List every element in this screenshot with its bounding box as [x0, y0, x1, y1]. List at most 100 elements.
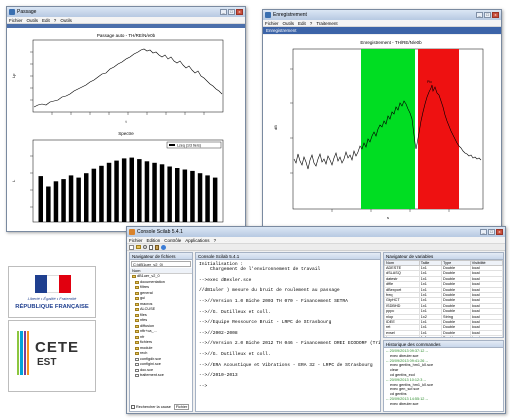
chart2-bars — [38, 157, 218, 222]
variable-table: Nom Taille Type Visibilité ADESTE 1x1 Double l… — [384, 260, 503, 337]
console-panel-header: Console Scilab 5.4.1 — [196, 253, 380, 260]
enr-title-bar[interactable]: Enregistrement _ □ x — [263, 10, 501, 20]
spectrum-bar — [61, 179, 66, 222]
chart1-xlabel-icon: t — [125, 119, 127, 124]
spectrum-bar — [121, 158, 127, 222]
close-button[interactable]: x — [492, 12, 499, 18]
passage-title-bar[interactable]: Passage _ □ x — [7, 7, 245, 17]
peak-label: Pic — [427, 80, 432, 84]
minimize-button[interactable]: _ — [480, 229, 487, 235]
maximize-button[interactable]: □ — [488, 229, 495, 235]
minimize-button[interactable]: _ — [476, 12, 483, 18]
spectrum-bar — [137, 159, 142, 222]
menu-help[interactable]: ? — [214, 238, 217, 243]
menu-help[interactable]: ? — [54, 18, 57, 23]
red-selection-zone[interactable] — [418, 49, 459, 209]
file-icon — [135, 368, 139, 372]
chart2-title: Spectre — [118, 131, 134, 136]
enr-chart-title: Enregistrement - TH/RE/N/e0b — [360, 40, 422, 45]
menu-outils-2[interactable]: Outils — [60, 18, 72, 23]
copy-icon[interactable] — [149, 244, 153, 250]
spectrum-bar — [144, 161, 150, 222]
spectrum-bar — [68, 175, 74, 222]
console-output[interactable]: Initialisation : Chargement de l'environ… — [196, 260, 380, 391]
file-path-bar[interactable]: C:\dB1uer_v2_0\ — [131, 261, 191, 267]
spectrum-bar — [46, 186, 51, 222]
file-icon — [135, 363, 139, 367]
enr-subbar: Enregistrement — [263, 27, 501, 34]
chart1-ticks — [30, 51, 205, 115]
passage-menubar: Fichier Outils Edit ? Outils — [7, 17, 245, 24]
menu-fichier[interactable]: Fichier — [129, 238, 143, 243]
file-browser-header: Navigateur de fichiers — [130, 253, 192, 260]
enr-canvas: Enregistrement - TH/RE/N/e0b Pic dB s — [263, 35, 501, 230]
variable-cell: local — [469, 335, 503, 337]
spectrum-bar — [99, 165, 104, 222]
file-type-dropdown[interactable]: Fichier — [173, 404, 190, 410]
help-icon[interactable] — [161, 244, 166, 250]
folder-icon — [135, 297, 139, 301]
variable-row[interactable]: lo1x1Doublelocal — [384, 335, 503, 337]
console-title-bar[interactable]: Console Scilab 5.4.1 _ □ x — [127, 227, 505, 237]
menu-applications[interactable]: Applications — [185, 238, 209, 243]
menu-fichier[interactable]: Fichier — [9, 18, 23, 23]
console-menubar: Fichier Edition Contrôle Applications ? — [127, 237, 505, 244]
search-cause-checkbox[interactable] — [131, 405, 135, 409]
spectrum-bar — [175, 168, 180, 222]
menu-controle[interactable]: Contrôle — [164, 238, 181, 243]
file-browser-footer: Rechercher la cause Fichier — [130, 404, 192, 410]
cut-icon[interactable] — [143, 245, 147, 249]
chart2-legend-swatch — [169, 144, 175, 146]
chart2-ylabel-icon: L — [11, 179, 16, 182]
menu-outils[interactable]: Outils — [27, 18, 39, 23]
passage-canvas: Passage auto - TH/RE/N/e0b Lp t Spectre … — [7, 28, 245, 231]
spectrum-bar — [205, 175, 210, 222]
maximize-button[interactable]: □ — [484, 12, 491, 18]
file-name: traitement.sce — [140, 373, 164, 377]
file-browser-panel: Navigateur de fichiers C:\dB1uer_v2_0\ N… — [129, 252, 193, 412]
enr-chart-svg: Enregistrement - TH/RE/N/e0b Pic dB s — [273, 40, 484, 220]
close-button[interactable]: x — [236, 9, 243, 15]
chart2-ticks — [30, 155, 33, 208]
spectrum-bar — [106, 162, 112, 222]
new-file-icon[interactable] — [129, 244, 134, 250]
scilab-icon — [129, 229, 135, 235]
passage-window: Passage _ □ x Fichier Outils Edit ? Outi… — [6, 6, 246, 232]
variable-browser-panel: Navigateur de variables Nom Taille Type Vis… — [383, 252, 504, 338]
folder-icon — [135, 286, 139, 290]
open-folder-icon[interactable] — [136, 245, 141, 249]
passage-charts-svg: Passage auto - TH/RE/N/e0b Lp t Spectre … — [11, 33, 224, 223]
republique-francaise-text: RÉPUBLIQUE FRANÇAISE — [15, 304, 89, 310]
maximize-button[interactable]: □ — [228, 9, 235, 15]
menu-edit[interactable]: Edit — [298, 21, 306, 26]
cete-est-logo: CETE EST — [8, 320, 96, 392]
file-list: dB1uer_v2_0 documentation filtres general gu… — [130, 274, 192, 379]
green-selection-zone[interactable] — [361, 49, 415, 209]
enr-menubar: Fichier Outils Edit ? Traitement — [263, 20, 501, 27]
console-panel: Console Scilab 5.4.1 Initialisation : Ch… — [195, 252, 381, 412]
file-list-item[interactable]: traitement.sce — [132, 373, 192, 379]
variable-cell: Double — [441, 335, 471, 337]
spectrum-bar — [114, 160, 119, 222]
console-line: -->//Version 2.0 Biche 2012 TH 046 - Fin… — [199, 341, 381, 347]
paste-icon[interactable] — [155, 244, 159, 250]
minimize-button[interactable]: _ — [220, 9, 227, 15]
chart2-legend-label: Lzeq (1/3 tiers) — [177, 144, 201, 148]
menu-outils[interactable]: Outils — [283, 21, 295, 26]
republique-francaise-logo: Liberté • Égalité • Fraternité RÉPUBLIQU… — [8, 266, 96, 318]
folder-icon — [135, 313, 139, 317]
menu-edit[interactable]: Edit — [42, 18, 50, 23]
menu-edition[interactable]: Edition — [147, 238, 161, 243]
menu-traitement[interactable]: Traitement — [316, 21, 337, 26]
cete-stripes-icon — [17, 331, 29, 375]
menu-fichier[interactable]: Fichier — [265, 21, 279, 26]
history-list: -- 20/09/2013 09:37:12 -- exec dbeuler.sc… — [384, 348, 503, 408]
variable-browser-header: Navigateur de variables — [384, 253, 503, 260]
close-button[interactable]: x — [496, 229, 503, 235]
folder-icon — [135, 346, 139, 350]
spectrum-bar — [152, 162, 157, 222]
spectrum-bar — [84, 173, 89, 222]
history-command[interactable]: exec dbeuler.sce — [386, 402, 501, 407]
menu-help[interactable]: ? — [310, 21, 313, 26]
spectrum-bar — [159, 164, 165, 222]
